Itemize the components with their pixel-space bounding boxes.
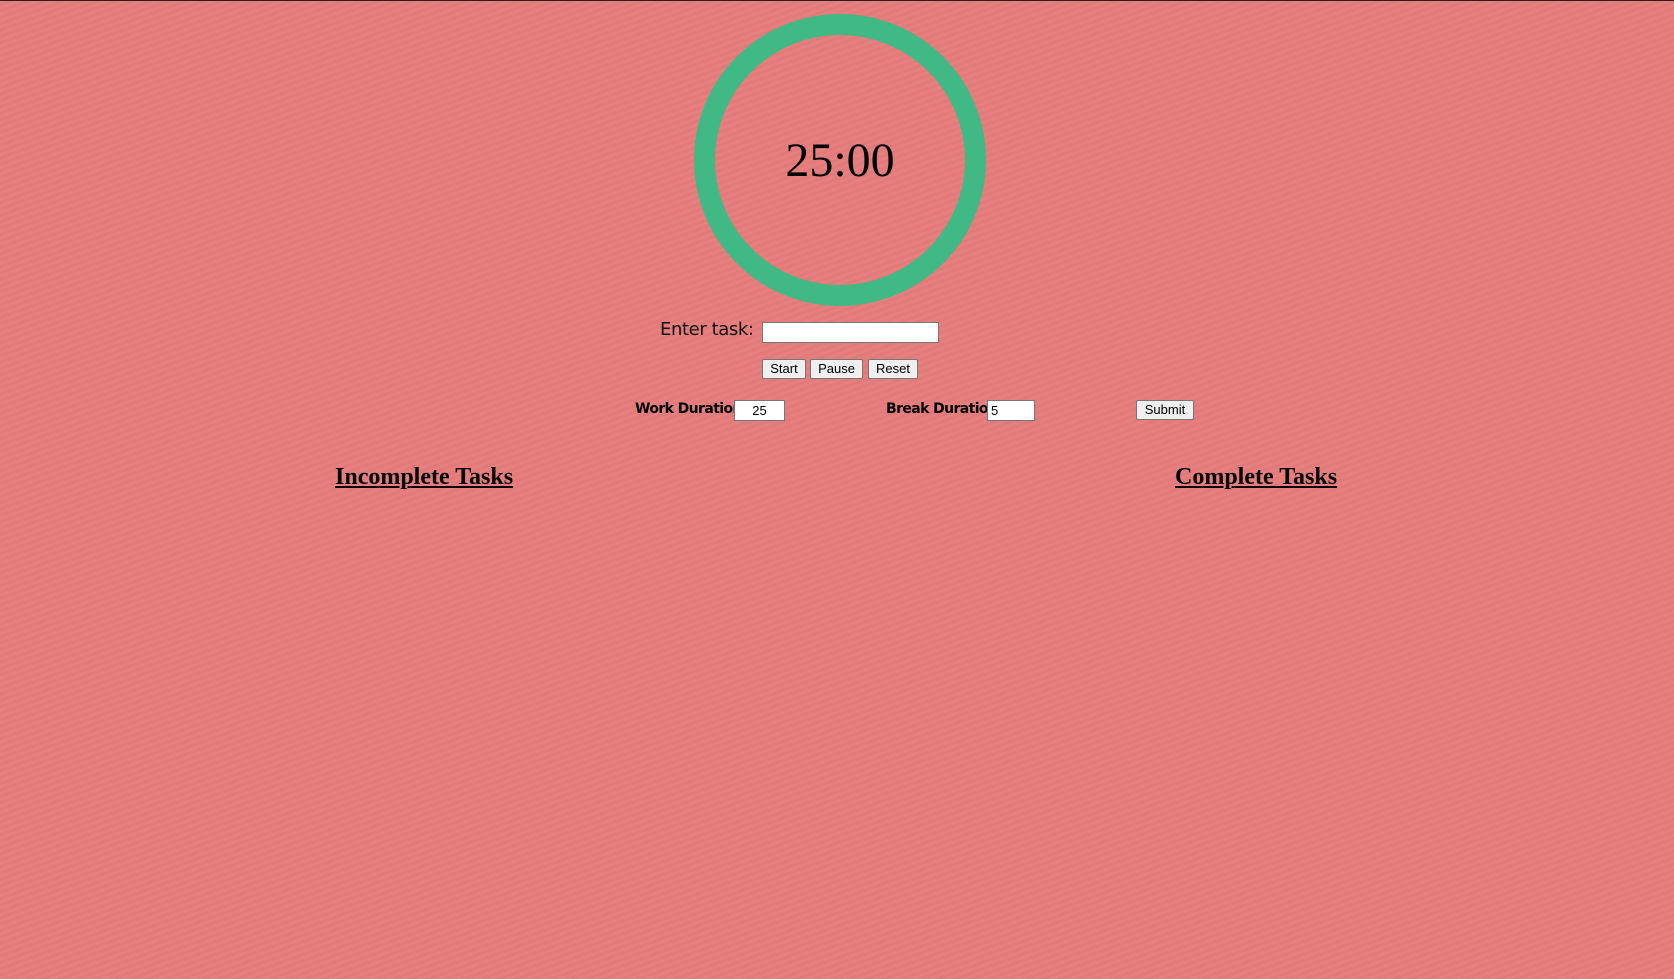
pause-button[interactable]: Pause [810, 359, 863, 379]
complete-tasks-heading: Complete Tasks [1175, 464, 1338, 490]
reset-button[interactable]: Reset [868, 359, 918, 379]
task-input-label: Enter task: [660, 319, 754, 340]
timer-ring: 25:00 [694, 14, 986, 306]
break-duration-input[interactable] [987, 400, 1035, 421]
incomplete-tasks-heading: Incomplete Tasks [335, 464, 514, 490]
break-duration-label: Break Duration [886, 401, 998, 417]
task-input[interactable] [762, 322, 939, 343]
work-duration-input[interactable] [734, 400, 785, 421]
work-duration-label: Work Duration [635, 401, 742, 417]
submit-button[interactable]: Submit [1136, 400, 1194, 420]
timer-display: 25:00 [785, 134, 895, 187]
start-button[interactable]: Start [762, 359, 806, 379]
